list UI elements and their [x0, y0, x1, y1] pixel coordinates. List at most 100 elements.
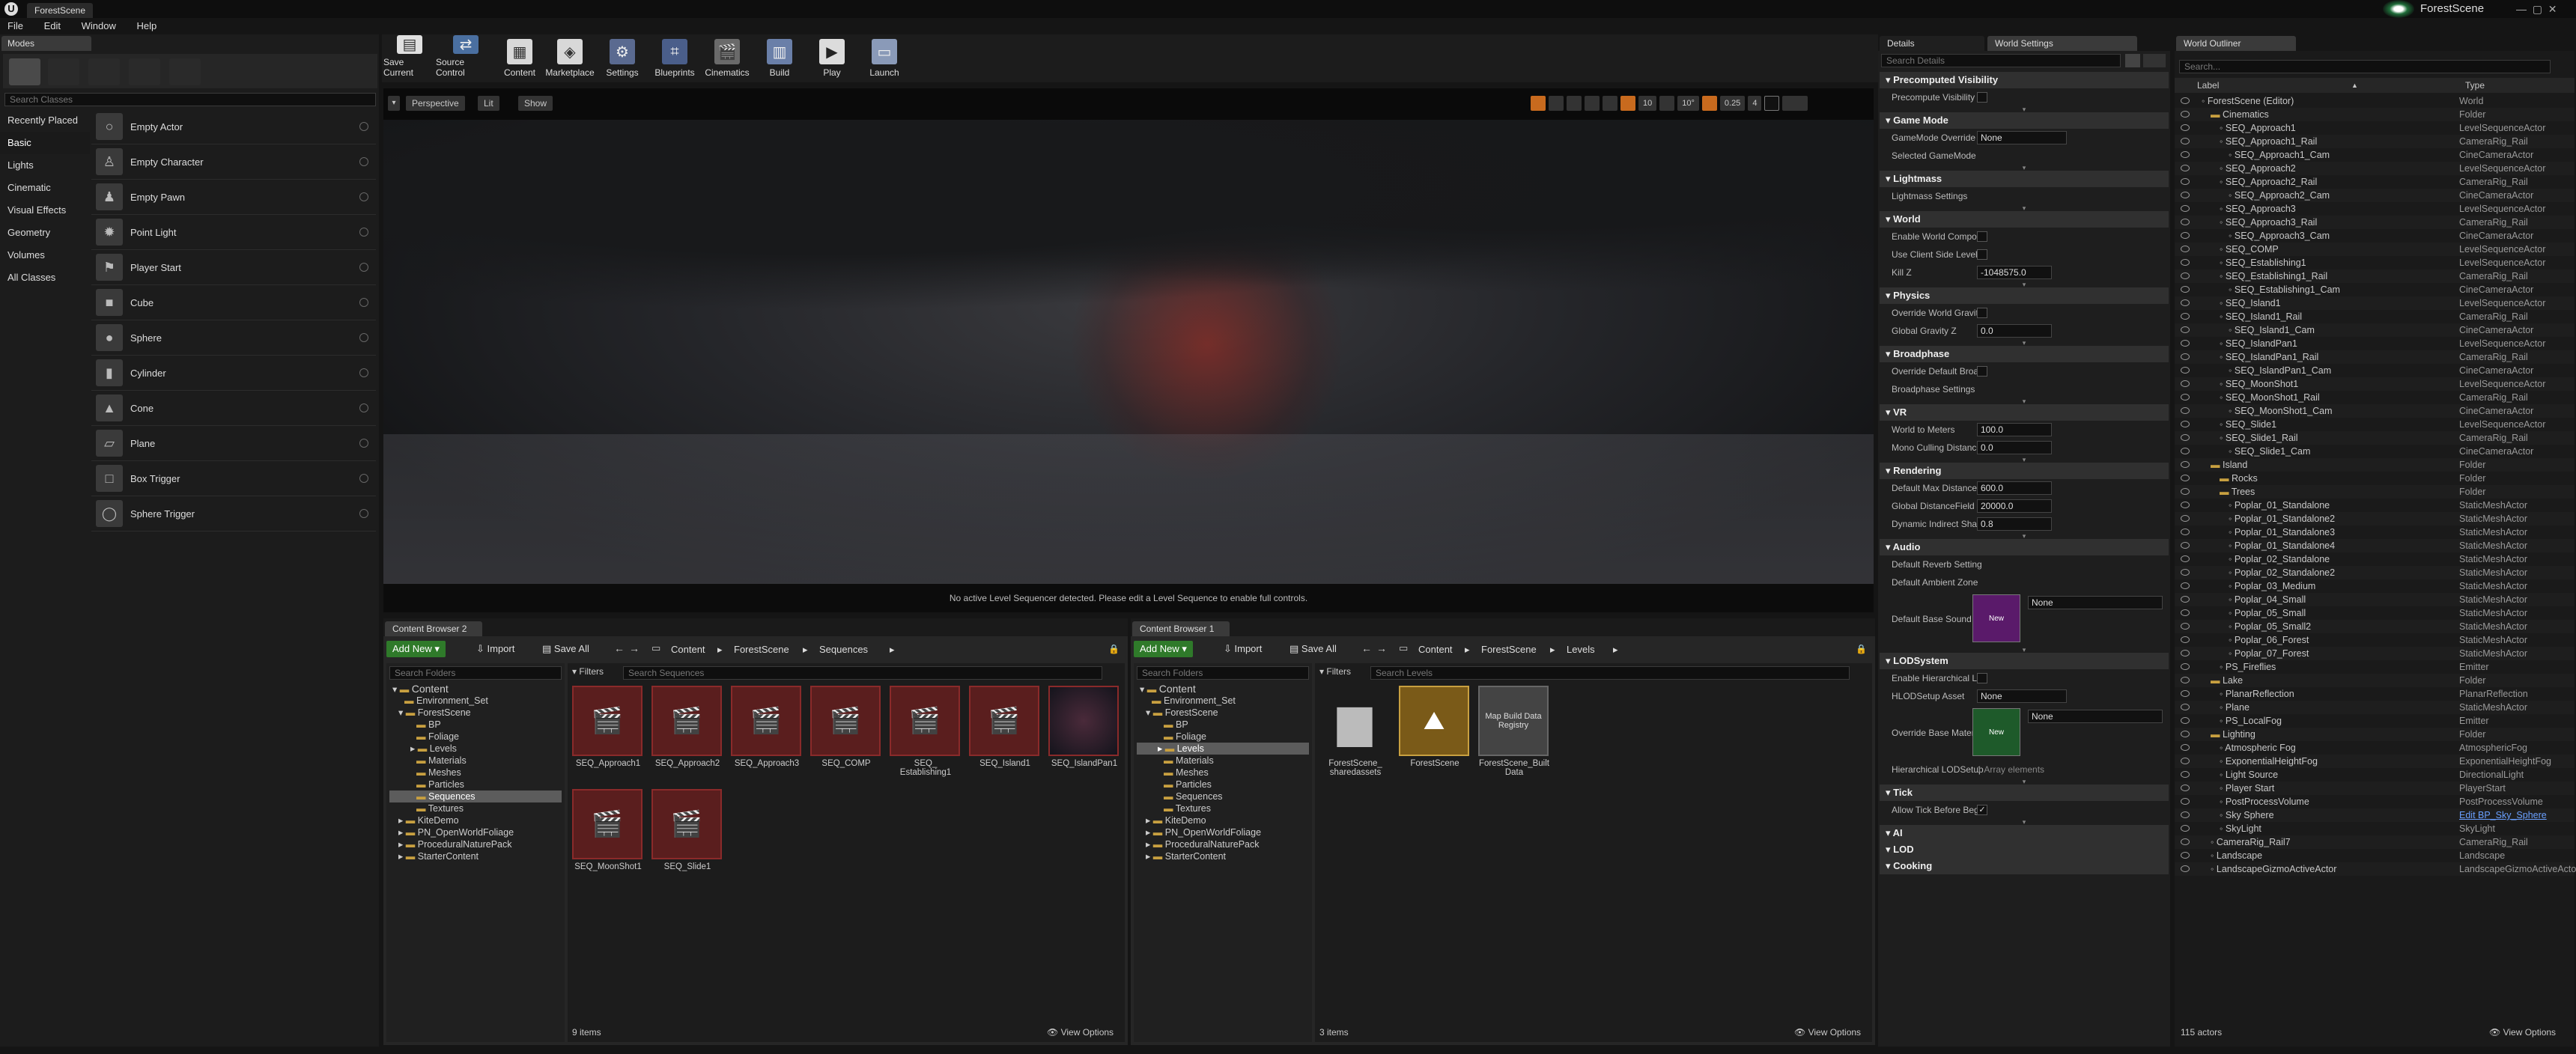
- help-icon[interactable]: [359, 263, 368, 272]
- help-icon[interactable]: [359, 439, 368, 448]
- launch-button[interactable]: ▭ Launch: [858, 36, 911, 81]
- menu-help[interactable]: Help: [136, 18, 157, 34]
- tree-item[interactable]: ▬ Meshes: [1137, 767, 1309, 779]
- visibility-eye-icon[interactable]: [2181, 636, 2190, 643]
- lock-icon[interactable]: 🔒: [1856, 644, 1867, 654]
- asset-dropdown[interactable]: None: [2028, 596, 2163, 609]
- visibility-eye-icon[interactable]: [2181, 232, 2190, 239]
- visibility-eye-icon[interactable]: [2181, 151, 2190, 158]
- place-box-trigger[interactable]: □ Box Trigger: [91, 461, 376, 496]
- visibility-eye-icon[interactable]: [2181, 421, 2190, 427]
- search-folders-input[interactable]: Search Folders: [389, 666, 562, 680]
- visibility-eye-icon[interactable]: [2181, 596, 2190, 603]
- outliner-row[interactable]: ◦ SEQ_IslandPan1_Cam CineCameraActor: [2175, 364, 2575, 377]
- outliner-row[interactable]: ◦ Poplar_03_Medium StaticMeshActor: [2175, 579, 2575, 593]
- section-header[interactable]: ▾ Physics: [1880, 287, 2169, 304]
- save-current-button[interactable]: ▤ Save Current: [383, 35, 436, 81]
- help-icon[interactable]: [359, 368, 368, 377]
- outliner-row[interactable]: ◦ PostProcessVolume PostProcessVolume: [2175, 795, 2575, 808]
- visibility-eye-icon[interactable]: [2181, 569, 2190, 576]
- checkbox[interactable]: [1977, 92, 1987, 103]
- visibility-eye-icon[interactable]: [2181, 340, 2190, 347]
- tree-item[interactable]: ▬ Materials: [1137, 755, 1309, 767]
- tree-item[interactable]: ▬ Materials: [389, 755, 562, 767]
- section-expander[interactable]: ▾: [1880, 457, 2169, 463]
- type-column-header[interactable]: Type: [2465, 78, 2485, 93]
- blueprints-button[interactable]: ⌗ Blueprints: [648, 36, 701, 81]
- visibility-eye-icon[interactable]: [2181, 97, 2190, 104]
- section-expander[interactable]: ▾: [1880, 165, 2169, 171]
- outliner-row[interactable]: ◦ Poplar_01_Standalone StaticMeshActor: [2175, 499, 2575, 512]
- visibility-eye-icon[interactable]: [2181, 475, 2190, 481]
- visibility-eye-icon[interactable]: [2181, 205, 2190, 212]
- visibility-eye-icon[interactable]: [2181, 515, 2190, 522]
- tree-item[interactable]: ▬ Textures: [1137, 802, 1309, 814]
- visibility-eye-icon[interactable]: [2181, 138, 2190, 144]
- asset-forestscene-level[interactable]: ⛰ ForestScene: [1399, 686, 1471, 768]
- outliner-row[interactable]: ▬ Rocks Folder: [2175, 472, 2575, 485]
- import-button[interactable]: ⇩ Import: [1224, 641, 1262, 657]
- outliner-row[interactable]: ◦ SEQ_Approach2_Rail CameraRig_Rail: [2175, 175, 2575, 189]
- place-plane[interactable]: ▱ Plane: [91, 426, 376, 461]
- outliner-row[interactable]: ◦ Poplar_05_Small2 StaticMeshActor: [2175, 620, 2575, 633]
- visibility-eye-icon[interactable]: [2181, 528, 2190, 535]
- asset-seq-approach2[interactable]: 🎬 SEQ_Approach2: [651, 686, 723, 768]
- search-outliner-input[interactable]: Search...: [2179, 60, 2551, 73]
- move-tool-icon[interactable]: [1549, 96, 1564, 111]
- asset-seq-approach3[interactable]: 🎬 SEQ_Approach3: [731, 686, 803, 768]
- menu-window[interactable]: Window: [82, 18, 116, 34]
- breadcrumb-forestscene[interactable]: ForestScene: [1481, 644, 1537, 655]
- outliner-row[interactable]: ◦ SEQ_Island1_Rail CameraRig_Rail: [2175, 310, 2575, 323]
- checkbox[interactable]: [1977, 249, 1987, 260]
- world-outliner-tab[interactable]: World Outliner: [2176, 36, 2296, 51]
- lit-button[interactable]: Lit: [478, 96, 499, 111]
- tree-item[interactable]: ▬ Particles: [389, 779, 562, 790]
- section-expander[interactable]: ▾: [1880, 205, 2169, 212]
- section-header[interactable]: ▾ Precomputed Visibility: [1880, 72, 2169, 88]
- visibility-eye-icon[interactable]: [2181, 798, 2190, 805]
- section-header[interactable]: ▾ LODSystem: [1880, 653, 2169, 669]
- section-header[interactable]: ▾ LOD: [1880, 841, 2169, 858]
- visibility-eye-icon[interactable]: [2181, 461, 2190, 468]
- outliner-row[interactable]: ◦ SkyLight SkyLight: [2175, 822, 2575, 835]
- menu-edit[interactable]: Edit: [44, 18, 61, 34]
- asset-dropdown[interactable]: None: [2028, 710, 2163, 723]
- section-header[interactable]: ▾ World: [1880, 211, 2169, 228]
- visibility-eye-icon[interactable]: [2181, 785, 2190, 791]
- search-classes-input[interactable]: Search Classes: [4, 93, 376, 106]
- visibility-eye-icon[interactable]: [2181, 758, 2190, 764]
- search-details-input[interactable]: Search Details: [1881, 54, 2121, 67]
- view-options-button[interactable]: 👁 View Options: [2489, 1027, 2556, 1038]
- breadcrumb-forestscene[interactable]: ForestScene: [734, 644, 789, 655]
- paint-mode-icon[interactable]: [48, 58, 79, 85]
- outliner-row[interactable]: ▬ Cinematics Folder: [2175, 108, 2575, 121]
- outliner-row[interactable]: ◦ Atmospheric Fog AtmosphericFog: [2175, 741, 2575, 755]
- asset-seq-moonshot1[interactable]: 🎬 SEQ_MoonShot1: [572, 789, 644, 871]
- tree-item[interactable]: ▾ ▬ Content: [1137, 683, 1309, 695]
- outliner-row[interactable]: ◦ SEQ_COMP LevelSequenceActor: [2175, 243, 2575, 256]
- tree-item[interactable]: ▸ ▬ KiteDemo: [1137, 814, 1309, 826]
- build-button[interactable]: ▥ Build: [753, 36, 806, 81]
- visibility-eye-icon[interactable]: [2181, 219, 2190, 225]
- filters-button[interactable]: ▾ Filters: [572, 666, 604, 677]
- window-controls[interactable]: — ▢ ✕: [2516, 3, 2557, 16]
- help-icon[interactable]: [359, 192, 368, 201]
- outliner-row[interactable]: ◦ ForestScene (Editor) World: [2175, 94, 2575, 108]
- category-all-classes[interactable]: All Classes: [0, 266, 90, 289]
- tree-item[interactable]: ▬ Environment_Set: [1137, 695, 1309, 707]
- category-basic[interactable]: Basic: [0, 132, 90, 154]
- tree-item[interactable]: ▬ Environment_Set: [389, 695, 562, 707]
- cinematics-button[interactable]: 🎬 Cinematics: [701, 36, 753, 81]
- visibility-eye-icon[interactable]: [2181, 582, 2190, 589]
- save-all-button[interactable]: ▤ Save All: [1289, 641, 1337, 657]
- surface-snap-icon[interactable]: [1603, 96, 1617, 111]
- settings-button[interactable]: ⚙ Settings: [596, 36, 648, 81]
- tree-item[interactable]: ▸ ▬ ProceduralNaturePack: [389, 838, 562, 850]
- filters-button[interactable]: ▾ Filters: [1319, 666, 1351, 677]
- tree-item-selected[interactable]: ▬ Sequences: [389, 790, 562, 802]
- visibility-eye-icon[interactable]: [2181, 663, 2190, 670]
- place-sphere-trigger[interactable]: ◯ Sphere Trigger: [91, 496, 376, 531]
- section-expander[interactable]: ▾: [1880, 106, 2169, 113]
- outliner-row[interactable]: ◦ Poplar_01_Standalone2 StaticMeshActor: [2175, 512, 2575, 526]
- asset-seq-slide1[interactable]: 🎬 SEQ_Slide1: [651, 789, 723, 871]
